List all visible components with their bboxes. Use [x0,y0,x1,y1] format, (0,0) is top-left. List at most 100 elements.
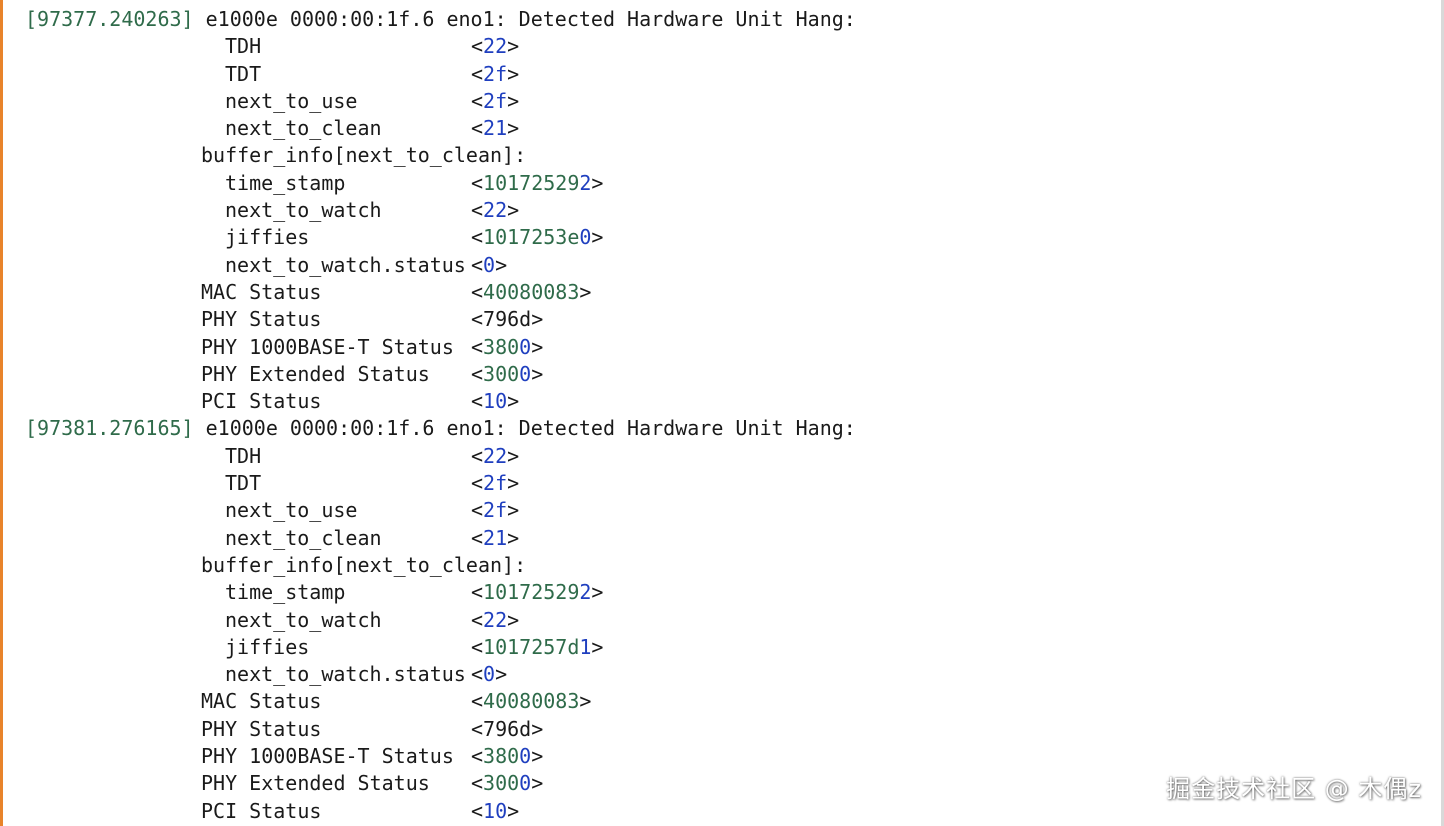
log-entry-value: <101725292> [471,170,603,197]
value-trailing-digit: 0 [519,744,532,769]
log-entry-label: PHY Status [201,716,322,741]
log-entry-label: next_to_use [225,88,358,113]
value-close-bracket: > [507,443,520,468]
value-digits: 10172529 [483,170,580,195]
log-entry-label: MAC Status [201,689,322,714]
log-entry-line: next_to_watch <22> [25,607,856,634]
value-open-bracket: < [471,252,484,277]
value-digits: 2f [483,61,508,86]
value-open-bracket: < [471,334,484,359]
log-entry-value: <3000> [471,361,543,388]
log-entry-label: PHY 1000BASE-T Status [201,334,454,359]
value-trailing-digit: 2 [579,580,592,605]
value-open-bracket: < [471,771,484,796]
value-close-bracket: > [591,225,604,250]
log-entry-label: TDT [225,61,262,86]
value-close-bracket: > [579,689,592,714]
log-entry-value: <0> [471,661,507,688]
value-open-bracket: < [471,389,484,414]
value-open-bracket: < [471,361,484,386]
log-entry-label: next_to_clean [225,116,382,141]
log-entry-line: MAC Status <40080083> [25,688,856,715]
log-entry-label: jiffies [225,634,310,659]
value-digits: 380 [483,334,520,359]
value-digits: 300 [483,771,520,796]
terminal-window: [ ] [97377.240263] e1000e 0000:00:1f.6 e… [0,0,1444,826]
log-entry-label: time_stamp [225,170,346,195]
log-entry-value: <22> [471,443,519,470]
log-header-line: [97381.276165] e1000e 0000:00:1f.6 eno1:… [25,415,856,442]
watermark: 掘金技术社区 @ 木偶z [1166,775,1422,803]
log-entry-value: <22> [471,607,519,634]
log-entry-line: TDH <22> [25,33,856,60]
log-entry-value: <1017257d1> [471,634,603,661]
log-entry-value: <22> [471,33,519,60]
log-entry-label: buffer_info[next_to_clean]: [201,143,527,168]
log-timestamp: [97377.240263] [25,7,194,31]
value-digits: 1017253e [483,225,580,250]
log-entry-label: time_stamp [225,580,346,605]
log-entry-line: jiffies <1017253e0> [25,224,856,251]
value-digits: 0 [483,662,496,687]
log-entry-value: <40080083> [471,279,591,306]
log-entry-line: next_to_watch.status <0> [25,661,856,688]
log-entry-line: TDH <22> [25,443,856,470]
log-entry-value: <21> [471,115,519,142]
log-entry-line: next_to_clean <21> [25,115,856,142]
log-entry-line: PHY Extended Status <3000> [25,770,856,797]
value-close-bracket: > [591,634,604,659]
log-entry-value: <2f> [471,61,519,88]
value-digits: 21 [483,116,508,141]
log-entry-label: jiffies [225,225,310,250]
value-close-bracket: > [507,798,520,823]
log-entry-line: TDT <2f> [25,470,856,497]
value-digits: 0 [483,252,496,277]
value-digits: 21 [483,525,508,550]
log-entry-value: <3000> [471,770,543,797]
value-close-bracket: > [531,771,544,796]
value-close-bracket: > [507,61,520,86]
log-entry-label: next_to_watch [225,607,382,632]
value-open-bracket: < [471,279,484,304]
value-open-bracket: < [471,307,484,332]
log-entry-value: <40080083> [471,688,591,715]
value-digits: 380 [483,744,520,769]
value-open-bracket: < [471,662,484,687]
value-digits: 22 [483,607,508,632]
log-entry-value: <796d> [471,716,543,743]
log-entry-value: <22> [471,197,519,224]
log-entry-value: <796d> [471,306,543,333]
log-entry-label: TDH [225,443,262,468]
value-trailing-digit: 0 [519,771,532,796]
log-entry-value: <2f> [471,497,519,524]
log-entry-value: <2f> [471,88,519,115]
value-close-bracket: > [507,88,520,113]
dmesg-log[interactable]: [97377.240263] e1000e 0000:00:1f.6 eno1:… [25,6,856,825]
log-entry-value: <101725292> [471,579,603,606]
value-digits: 1017257d [483,634,580,659]
value-trailing-digit: 1 [579,634,592,659]
value-close-bracket: > [531,361,544,386]
value-open-bracket: < [471,88,484,113]
log-entry-value: <1017253e0> [471,224,603,251]
log-entry-line: next_to_use <2f> [25,497,856,524]
value-open-bracket: < [471,607,484,632]
log-timestamp: [97381.276165] [25,416,194,441]
log-entry-label: next_to_watch.status [225,252,466,277]
log-entry-value: <10> [471,388,519,415]
value-digits: 796d [483,716,532,741]
log-entry-label: PHY 1000BASE-T Status [201,744,454,769]
log-entry-line: jiffies <1017257d1> [25,634,856,661]
value-trailing-digit: 2 [579,170,592,195]
log-message: e1000e 0000:00:1f.6 eno1: Detected Hardw… [193,7,856,31]
value-close-bracket: > [507,34,520,59]
value-open-bracket: < [471,744,484,769]
log-entry-line: MAC Status <40080083> [25,279,856,306]
log-entry-label: MAC Status [201,279,322,304]
value-digits: 40080083 [483,279,580,304]
log-entry-line: next_to_watch <22> [25,197,856,224]
value-open-bracket: < [471,498,484,523]
value-digits: 2f [483,88,508,113]
log-entry-label: buffer_info[next_to_clean]: [201,552,527,577]
value-close-bracket: > [507,607,520,632]
